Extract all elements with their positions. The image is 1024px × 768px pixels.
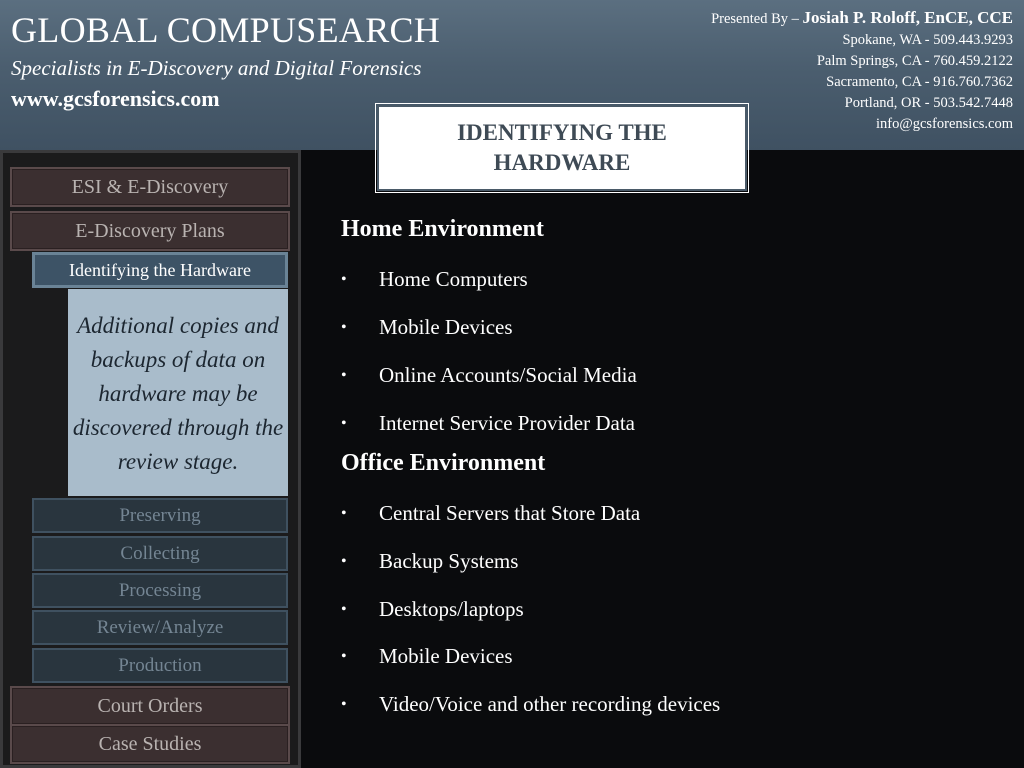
bullet-item: • Mobile Devices xyxy=(341,644,513,668)
presenter-line: Presented By – Josiah P. Roloff, EnCE, C… xyxy=(593,7,1013,30)
presenter-name: Josiah P. Roloff, EnCE, CCE xyxy=(802,8,1014,27)
bullet-glyph: • xyxy=(341,601,347,618)
nav-item-esi-e-discovery[interactable]: ESI & E-Discovery xyxy=(10,167,290,207)
bullet-glyph: • xyxy=(341,319,347,336)
company-website: www.gcsforensics.com xyxy=(11,86,220,111)
nav-item-e-discovery-plans[interactable]: E-Discovery Plans xyxy=(10,211,290,251)
location-spokane: Spokane, WA - 509.443.9293 xyxy=(842,32,1013,48)
bullet-item: • Video/Voice and other recording devices xyxy=(341,692,721,716)
nav-item-court-orders[interactable]: Court Orders xyxy=(10,686,290,726)
sidebar-note: Additional copies and backups of data on… xyxy=(68,289,288,496)
nav-item-production[interactable]: Production xyxy=(32,648,288,683)
bullet-item: • Mobile Devices xyxy=(341,315,513,339)
bullet-item: • Central Servers that Store Data xyxy=(341,501,641,525)
nav-item-processing[interactable]: Processing xyxy=(32,573,288,608)
bullet-glyph: • xyxy=(341,271,347,288)
bullet-glyph: • xyxy=(341,648,347,665)
nav-item-review-analyze[interactable]: Review/Analyze xyxy=(32,610,288,645)
bullet-glyph: • xyxy=(341,553,347,570)
bullet-glyph: • xyxy=(341,505,347,522)
nav-item-case-studies[interactable]: Case Studies xyxy=(10,724,290,764)
presented-by-label: Presented By – xyxy=(711,11,803,27)
bullet-item: • Online Accounts/Social Media xyxy=(341,363,637,387)
nav-item-identifying-hardware[interactable]: Identifying the Hardware xyxy=(32,252,288,288)
nav-item-collecting[interactable]: Collecting xyxy=(32,536,288,571)
location-sacramento: Sacramento, CA - 916.760.7362 xyxy=(826,74,1013,90)
company-name: GLOBAL COMPUSEARCH xyxy=(11,10,441,50)
section-heading-home: Home Environment xyxy=(341,216,544,242)
bullet-glyph: • xyxy=(341,415,347,432)
bullet-glyph: • xyxy=(341,696,347,713)
bullet-item: • Desktops/laptops xyxy=(341,597,524,621)
section-heading-office: Office Environment xyxy=(341,450,546,476)
slide-title: IDENTIFYING THE HARDWARE xyxy=(375,103,749,193)
bullet-glyph: • xyxy=(341,367,347,384)
company-tagline: Specialists in E-Discovery and Digital F… xyxy=(11,56,422,80)
bullet-item: • Backup Systems xyxy=(341,549,519,573)
nav-item-preserving[interactable]: Preserving xyxy=(32,498,288,533)
location-palm-springs: Palm Springs, CA - 760.459.2122 xyxy=(816,53,1013,69)
bullet-item: • Home Computers xyxy=(341,267,528,291)
bullet-item: • Internet Service Provider Data xyxy=(341,411,635,435)
